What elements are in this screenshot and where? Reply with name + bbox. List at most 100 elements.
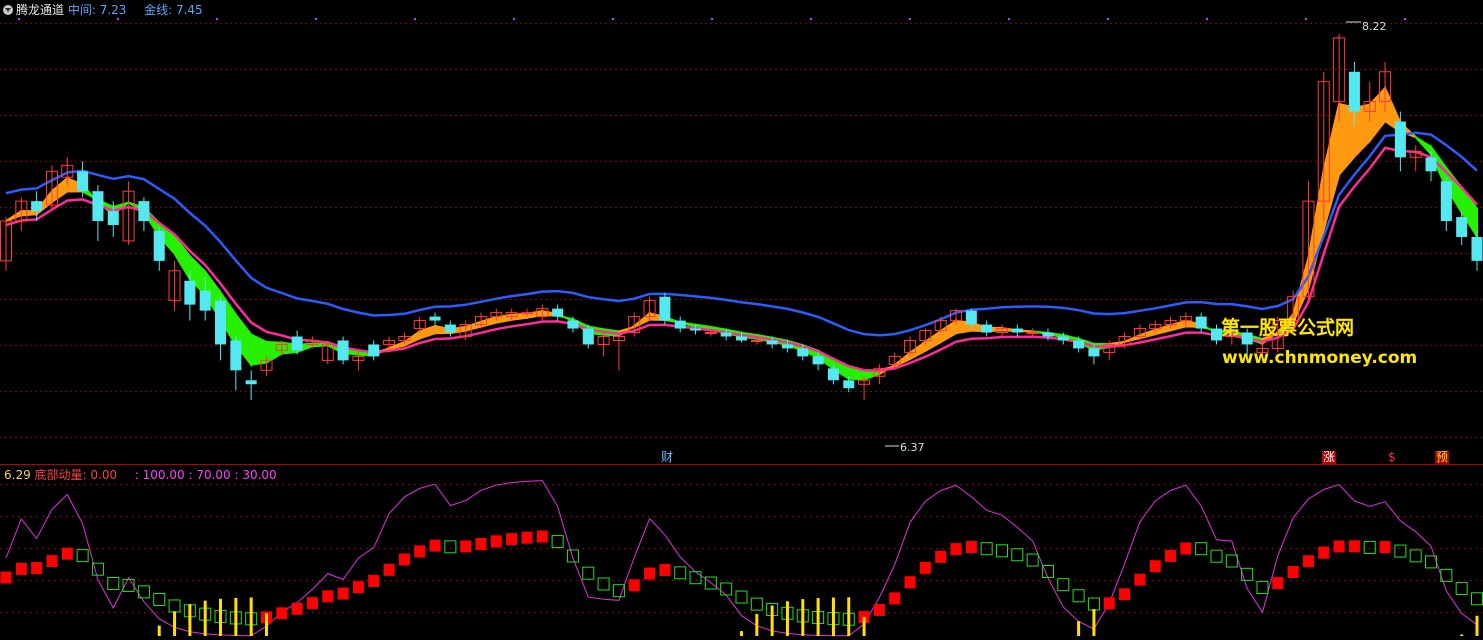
top-dot: [1008, 18, 1010, 20]
momentum-bar: [368, 574, 380, 587]
momentum-bar: [460, 540, 472, 553]
momentum-bar: [628, 579, 640, 592]
candle-body: [720, 332, 732, 337]
finance-tag[interactable]: 财: [660, 451, 674, 464]
momentum-bar: [659, 564, 671, 577]
candle-body: [77, 171, 89, 192]
top-dot: [1305, 18, 1307, 20]
top-dot: [909, 18, 911, 20]
momentum-bar: [1149, 560, 1161, 573]
top-dot: [1404, 18, 1406, 20]
momentum-bar: [0, 571, 12, 584]
candle-body: [659, 296, 671, 321]
momentum-bar: [1379, 541, 1391, 554]
candle-body: [199, 290, 211, 311]
candle-body: [552, 308, 564, 317]
candle-body: [1394, 121, 1406, 158]
candle-body: [520, 312, 533, 315]
candle-body: [215, 300, 227, 345]
candle-body: [1026, 332, 1039, 335]
momentum-bar: [965, 540, 977, 553]
momentum-bar: [1119, 588, 1131, 601]
candle-body: [1057, 336, 1069, 341]
candle-body: [107, 211, 119, 226]
momentum-bar: [919, 561, 931, 574]
candle-body: [368, 344, 380, 357]
momentum-bar: [490, 535, 502, 548]
rise-tag[interactable]: 涨: [1322, 451, 1337, 464]
momentum-bar: [383, 563, 395, 576]
candle-body: [1456, 217, 1468, 237]
momentum-bar: [276, 607, 288, 620]
momentum-bar: [414, 545, 426, 558]
candle-body: [843, 380, 855, 389]
top-dot: [414, 18, 416, 20]
candle-body: [735, 336, 748, 341]
momentum-bar: [1333, 540, 1345, 553]
high-price-label: 8.22: [1362, 20, 1387, 33]
candle-body: [797, 348, 809, 357]
dropdown-menu-icon[interactable]: [3, 5, 13, 15]
top-dot: [612, 18, 614, 20]
indicator-title: 腾龙通道: [16, 3, 65, 17]
candle-body: [582, 328, 594, 345]
momentum-bar: [46, 555, 58, 568]
top-dot: [513, 18, 515, 20]
momentum-bar: [1103, 597, 1115, 610]
gold-line-value: 7.45: [175, 3, 203, 17]
momentum-bar: [889, 592, 901, 605]
momentum-bar: [950, 543, 962, 556]
candle-body: [812, 356, 824, 365]
candle-body: [1073, 340, 1085, 349]
momentum-bar: [1287, 566, 1299, 579]
mid-line-value: 7.23: [99, 3, 127, 17]
candle-body: [337, 340, 349, 361]
candle-body: [1195, 316, 1207, 329]
sub-panel-levels: : 100.00 : 70.00 : 30.00: [134, 468, 277, 482]
candle-body: [1440, 181, 1452, 222]
gold-line-label: 金线: [144, 3, 169, 17]
momentum-bar: [1180, 542, 1192, 555]
candle-body: [1042, 332, 1054, 337]
momentum-bar: [1134, 573, 1146, 586]
momentum-bar: [904, 576, 916, 589]
dollar-tag[interactable]: $: [1387, 451, 1397, 464]
top-dot: [810, 18, 812, 20]
top-dot: [315, 18, 317, 20]
forecast-tag[interactable]: 预: [1435, 451, 1450, 464]
top-dot: [216, 18, 218, 20]
momentum-bar: [506, 533, 518, 546]
candle-body: [674, 320, 686, 329]
sub-panel-name: 底部动量: [34, 468, 83, 482]
candle-body: [704, 332, 717, 335]
momentum-bar: [31, 562, 43, 575]
momentum-bar: [1165, 549, 1177, 562]
momentum-bar: [1348, 540, 1360, 553]
top-dot: [711, 18, 713, 20]
candle-body: [184, 280, 196, 305]
candle-body: [245, 380, 257, 385]
momentum-bar: [306, 597, 318, 610]
candle-body: [1088, 348, 1100, 357]
candle-body: [291, 336, 303, 351]
momentum-bar: [15, 562, 27, 575]
candle-body: [1471, 236, 1483, 261]
candle-body: [981, 324, 993, 333]
candle-body: [781, 344, 793, 349]
candle-body: [153, 231, 165, 261]
candle-body: [444, 324, 456, 333]
candle-body: [230, 340, 242, 371]
top-dot: [1206, 18, 1208, 20]
candle-body: [31, 201, 43, 212]
candle-body: [827, 368, 839, 381]
momentum-bar: [322, 590, 334, 603]
low-price-label: 6.37: [900, 441, 925, 454]
candle-body: [138, 201, 150, 222]
watermark-title: 第一股票公式网: [1221, 317, 1355, 339]
momentum-bar: [644, 567, 656, 580]
momentum-bar: [935, 550, 947, 563]
watermark-url: www.chnmoney.com: [1222, 348, 1418, 368]
candle-body: [690, 328, 702, 331]
momentum-bar: [1302, 555, 1314, 568]
main-panel-header: 腾龙通道 中间: 7.23 金线: 7.45: [0, 1, 203, 19]
